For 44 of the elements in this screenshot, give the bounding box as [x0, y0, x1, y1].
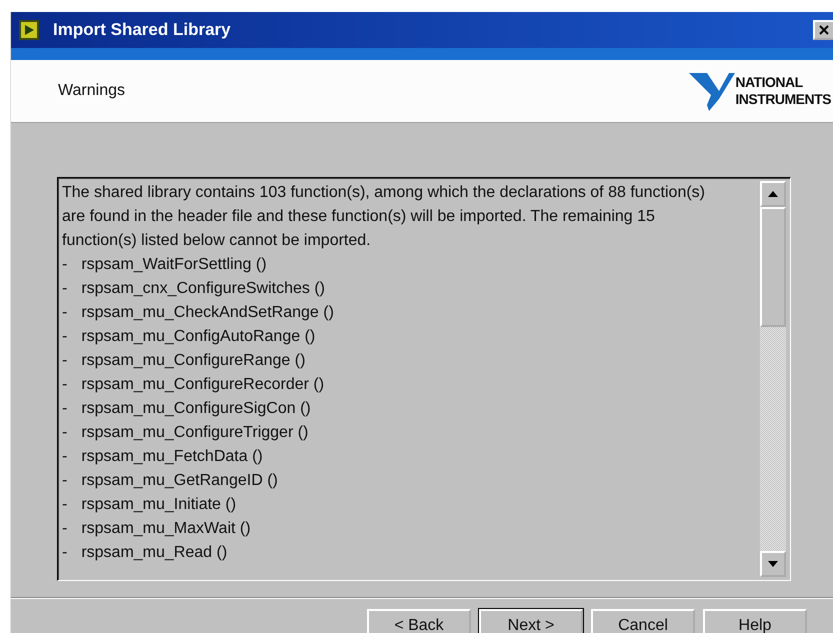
app-icon [19, 20, 39, 40]
function-name: rspsam_cnx_ConfigureSwitches () [81, 279, 325, 299]
list-bullet: - [62, 327, 68, 347]
scroll-up-button[interactable] [760, 181, 786, 207]
function-name: rspsam_mu_Read () [81, 543, 228, 563]
function-name: rspsam_mu_CheckAndSetRange () [81, 303, 334, 323]
list-bullet: - [62, 279, 68, 299]
list-bullet: - [62, 423, 68, 443]
logo-text: NATIONAL [735, 74, 804, 91]
function-name: rspsam_mu_GetRangeID () [81, 471, 278, 491]
page-heading: Warnings [58, 82, 125, 100]
function-name: rspsam_mu_ConfigureSigCon () [81, 399, 311, 419]
function-name: rspsam_mu_ConfigureTrigger () [81, 423, 308, 443]
list-bullet: - [62, 255, 68, 275]
list-bullet: - [62, 399, 68, 419]
function-name: rspsam_mu_ConfigAutoRange () [81, 327, 316, 347]
function-name: rspsam_mu_ConfigureRecorder () [81, 375, 324, 395]
list-bullet: - [62, 375, 68, 395]
list-bullet: - [62, 351, 68, 371]
function-name: rspsam_mu_ConfigureRange () [81, 351, 306, 371]
list-bullet: - [62, 447, 68, 467]
close-icon [819, 25, 829, 35]
function-name: rspsam_mu_MaxWait () [81, 519, 251, 539]
up-arrow-icon [768, 191, 778, 197]
scrollbar[interactable] [760, 181, 786, 577]
window-title: Import Shared Library [53, 20, 232, 40]
message-text: The shared library contains 103 function(s), among which the declarations of 88 function(s) are found in the header file and these function(s) will be imported. The remaining 15 function(s) listed below cannot be imported. [62, 183, 706, 251]
list-bullet: - [62, 543, 68, 563]
function-name: rspsam_WaitForSettling () [81, 255, 267, 275]
list-bullet: - [62, 303, 68, 323]
scroll-thumb[interactable] [760, 207, 786, 327]
list-bullet: - [62, 519, 68, 539]
dialog-button[interactable]: Cancel [591, 609, 695, 633]
list-bullet: - [62, 495, 68, 515]
dialog-button[interactable]: Next > [479, 609, 583, 633]
logo-text: INSTRUMENTS [735, 91, 831, 108]
down-arrow-icon [768, 561, 778, 567]
close-button[interactable] [813, 20, 833, 40]
function-name: rspsam_mu_Initiate () [81, 495, 236, 515]
scroll-down-button[interactable] [760, 551, 786, 577]
function-name: rspsam_mu_FetchData () [81, 447, 263, 467]
dialog-button[interactable]: Help [703, 609, 807, 633]
dialog-button[interactable]: < Back [367, 609, 471, 633]
list-bullet: - [62, 471, 68, 491]
